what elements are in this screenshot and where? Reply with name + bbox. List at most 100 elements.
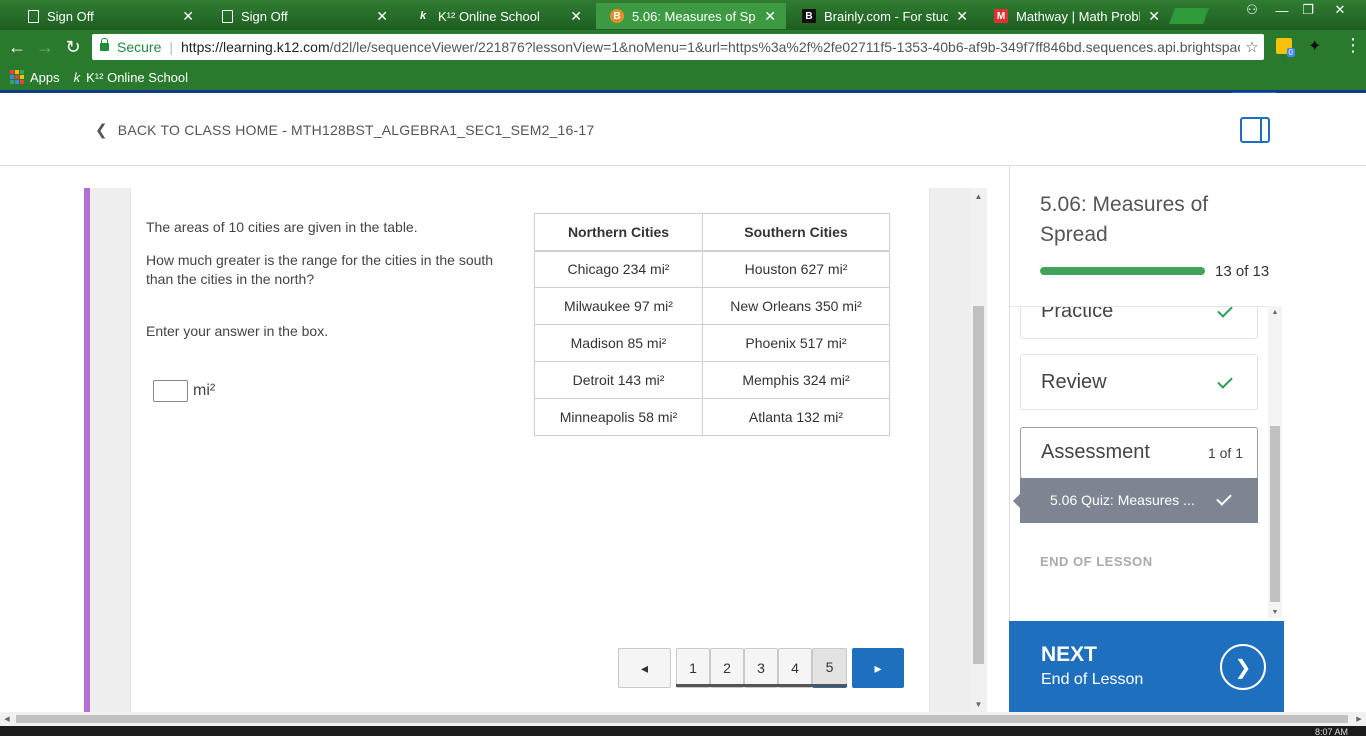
scroll-up-icon[interactable]: ▲ <box>1268 306 1282 318</box>
apps-grid-icon[interactable] <box>10 70 24 84</box>
lock-icon <box>100 38 109 51</box>
sidebar-item-label: Assessment <box>1041 441 1150 463</box>
content-area: The areas of 10 cities are given in the … <box>0 166 1010 712</box>
close-icon[interactable]: ✕ <box>956 8 968 25</box>
restore-icon[interactable]: ❐ <box>1294 0 1322 20</box>
back-arrow-icon[interactable]: ← <box>6 36 28 58</box>
toggle-panel-icon[interactable] <box>1240 117 1270 143</box>
browser-tab[interactable]: Sign Off ✕ <box>14 3 204 29</box>
brainly-icon: B <box>802 9 816 23</box>
check-icon <box>1217 307 1233 318</box>
page-header: ❮ BACK TO CLASS HOME - MTH128BST_ALGEBRA… <box>0 93 1366 166</box>
table-cell: New Orleans 350 mi² <box>702 287 890 325</box>
answer-unit: mi² <box>193 382 216 399</box>
sidebar-item-practice[interactable]: Practice <box>1020 306 1258 339</box>
browser-tab[interactable]: B Brainly.com - For students ✕ <box>788 3 978 29</box>
horizontal-scrollbar[interactable]: ◀ ▶ <box>0 712 1366 726</box>
pager-next-button[interactable]: ▸ <box>852 648 904 688</box>
next-button[interactable]: NEXT End of Lesson ❯ <box>1009 621 1284 712</box>
question-instruction: Enter your answer in the box. <box>146 323 329 339</box>
scroll-up-icon[interactable]: ▲ <box>970 188 987 204</box>
back-link-label: BACK TO CLASS HOME - MTH128BST_ALGEBRA1_… <box>117 122 595 138</box>
end-of-lesson-label: END OF LESSON <box>1040 554 1153 569</box>
scroll-down-icon[interactable]: ▼ <box>970 696 987 712</box>
answer-field-group: mi² <box>153 380 215 402</box>
minimize-icon[interactable]: — <box>1268 0 1296 20</box>
browser-tab[interactable]: Sign Off ✕ <box>208 3 398 29</box>
sidebar-scrollbar[interactable]: ▲ ▼ <box>1268 306 1282 618</box>
content-scrollbar[interactable]: ▲ ▼ <box>970 188 987 712</box>
scroll-left-icon[interactable]: ◀ <box>0 712 14 726</box>
divider: | <box>169 39 173 55</box>
close-icon[interactable]: ✕ <box>764 8 776 25</box>
table-cell: Chicago 234 mi² <box>534 250 703 288</box>
table-cell: Milwaukee 97 mi² <box>534 287 703 325</box>
taskbar: 8:07 AM <box>0 726 1366 736</box>
back-to-class-link[interactable]: ❮ BACK TO CLASS HOME - MTH128BST_ALGEBRA… <box>95 121 594 139</box>
sidebar-item-label: Practice <box>1041 306 1114 322</box>
quiz-label: 5.06 Quiz: Measures ... <box>1050 492 1195 508</box>
forward-arrow-icon[interactable]: → <box>34 36 56 58</box>
table-cell: Madison 85 mi² <box>534 324 703 362</box>
cities-table: Northern Cities Southern Cities Chicago … <box>534 213 890 436</box>
question-prompt: How much greater is the range for the ci… <box>146 252 494 287</box>
extension-icon[interactable]: 0 <box>1276 38 1295 57</box>
close-window-icon[interactable]: ✕ <box>1326 0 1354 20</box>
profile-icon[interactable]: ⚇ <box>1238 0 1266 20</box>
page-icon <box>28 9 39 23</box>
next-title: NEXT <box>1041 643 1098 666</box>
table-row: Minneapolis 58 mi² Atlanta 132 mi² <box>534 398 890 436</box>
url-path: /d2l/le/sequenceViewer/221876?lessonView… <box>329 39 1240 55</box>
pager-underline <box>676 684 847 687</box>
table-cell: Houston 627 mi² <box>702 250 890 288</box>
pager-page-2[interactable]: 2 <box>710 648 744 688</box>
next-subtitle: End of Lesson <box>1041 671 1144 688</box>
browser-tab[interactable]: M Mathway | Math Problem ✕ <box>980 3 1170 29</box>
browser-tab-active[interactable]: B 5.06: Measures of Spread ✕ <box>596 3 786 29</box>
browser-tab[interactable]: k K¹² Online School ✕ <box>402 3 592 29</box>
close-icon[interactable]: ✕ <box>570 8 582 25</box>
scrollbar-thumb[interactable] <box>16 715 1348 723</box>
address-bar[interactable]: Secure | https://learning.k12.com/d2l/le… <box>92 34 1264 60</box>
pager-page-3[interactable]: 3 <box>744 648 778 688</box>
sidebar-item-assessment[interactable]: Assessment 1 of 1 <box>1020 427 1258 479</box>
sidebar-item-quiz[interactable]: 5.06 Quiz: Measures ... <box>1013 478 1258 523</box>
tab-title: Mathway | Math Problem <box>1016 8 1141 24</box>
reload-icon[interactable]: ↻ <box>62 36 84 58</box>
table-cell: Phoenix 517 mi² <box>702 324 890 362</box>
check-icon <box>1217 373 1233 389</box>
k12-icon: k <box>419 10 427 22</box>
pager-page-5[interactable]: 5 <box>812 648 847 688</box>
pager-page-4[interactable]: 4 <box>778 648 812 688</box>
close-icon[interactable]: ✕ <box>1148 8 1160 25</box>
close-icon[interactable]: ✕ <box>182 8 194 25</box>
progress-text: 13 of 13 <box>1215 263 1270 280</box>
bookmark-k12[interactable]: K¹² Online School <box>86 70 188 85</box>
bookmark-apps[interactable]: Apps <box>30 70 60 85</box>
question-intro: The areas of 10 cities are given in the … <box>146 219 418 235</box>
tab-title: Sign Off <box>241 8 288 24</box>
sidebar-item-review[interactable]: Review <box>1020 354 1258 410</box>
extension-pin-icon[interactable]: ✦ <box>1308 36 1321 56</box>
brightspace-icon: B <box>610 9 624 23</box>
extension-badge: 0 <box>1286 48 1295 57</box>
new-tab-button[interactable] <box>1169 8 1209 24</box>
scrollbar-thumb[interactable] <box>1270 426 1280 602</box>
lesson-progress-bar <box>1040 267 1205 275</box>
url-host: https://learning.k12.com <box>181 39 330 55</box>
scroll-right-icon[interactable]: ▶ <box>1352 712 1366 726</box>
bookmark-star-icon[interactable]: ☆ <box>1240 38 1264 56</box>
table-cell: Detroit 143 mi² <box>534 361 703 399</box>
pager-page-1[interactable]: 1 <box>676 648 710 688</box>
accent-bar <box>84 188 90 712</box>
scroll-down-icon[interactable]: ▼ <box>1268 606 1282 618</box>
answer-input[interactable] <box>153 380 188 402</box>
pager-prev-button[interactable]: ◂ <box>618 648 671 688</box>
scrollbar-thumb[interactable] <box>973 306 984 664</box>
table-header-row: Northern Cities Southern Cities <box>534 213 890 252</box>
close-icon[interactable]: ✕ <box>376 8 388 25</box>
url-text[interactable]: https://learning.k12.com/d2l/le/sequence… <box>181 39 1240 55</box>
current-item-pointer <box>1013 493 1021 509</box>
lesson-item-list: Practice Review Assessment 1 of 1 5.06 Q… <box>1010 306 1275 618</box>
menu-icon[interactable]: ⋮ <box>1344 35 1362 56</box>
